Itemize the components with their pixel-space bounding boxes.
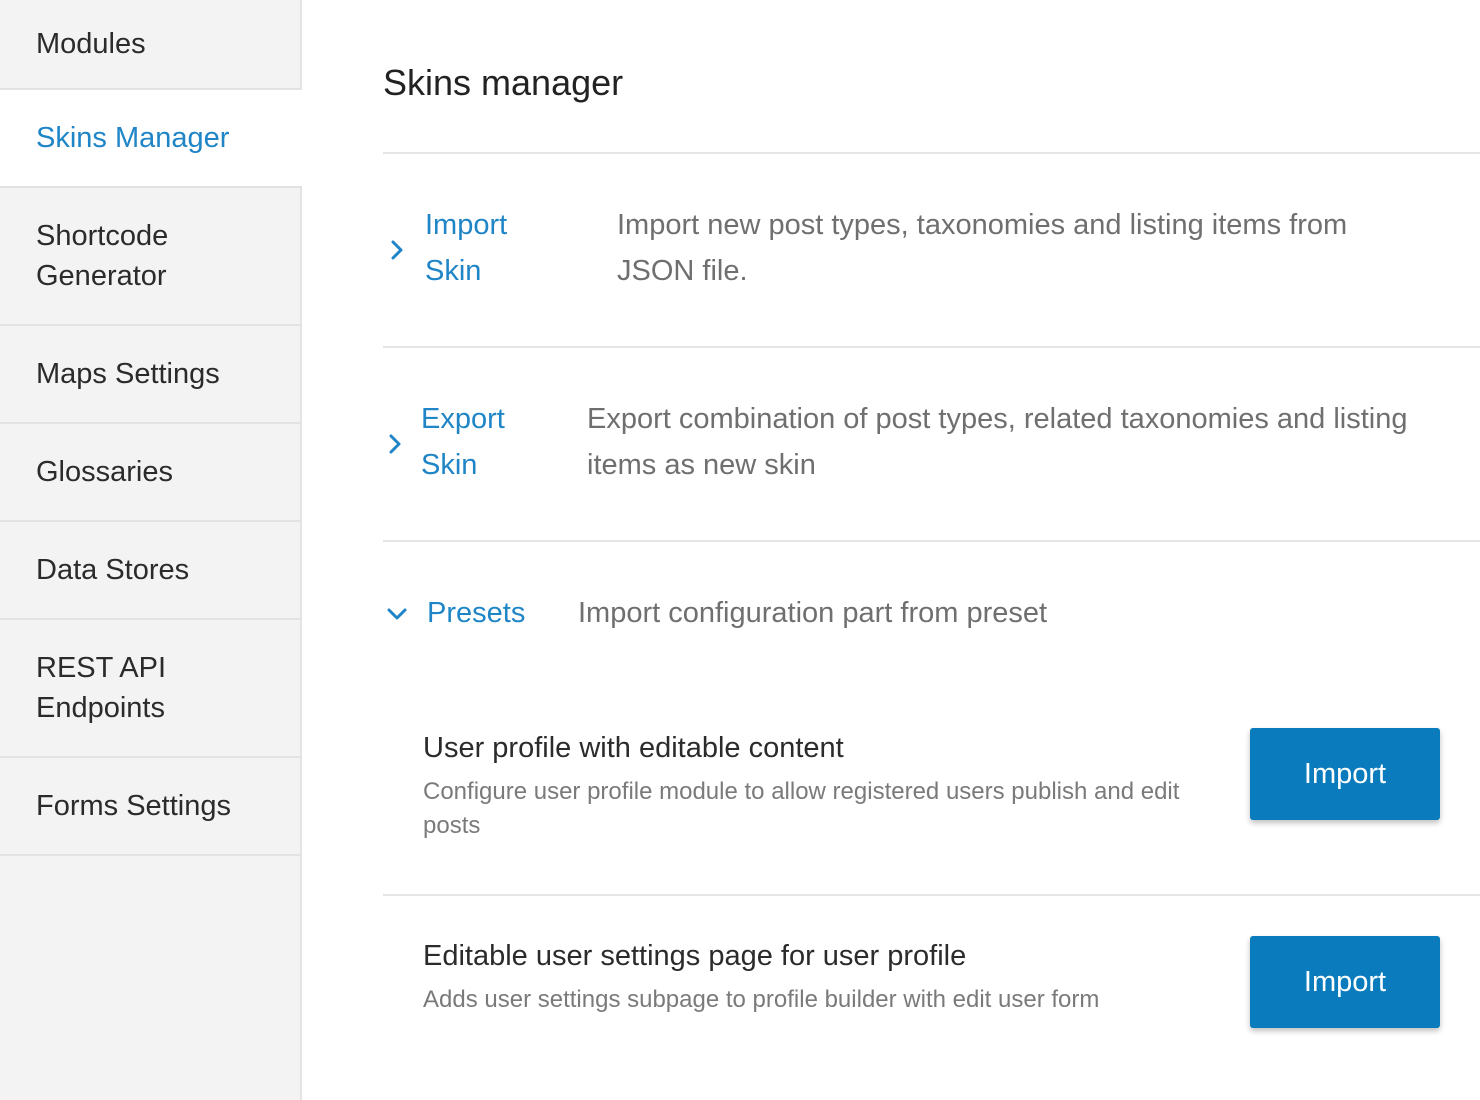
section-desc-line: Export combination of post types, relate… — [587, 403, 1408, 435]
divider — [383, 894, 1480, 896]
preset-desc: Adds user settings subpage to profile bu… — [423, 986, 1100, 1013]
section-title-presets[interactable]: Presets — [427, 590, 525, 636]
sidebar-item-forms-settings[interactable]: Forms Settings — [0, 758, 300, 856]
import-button[interactable]: Import — [1250, 728, 1440, 820]
sidebar-item-maps-settings[interactable]: Maps Settings — [0, 326, 300, 424]
sidebar-item-label: Modules — [36, 28, 146, 60]
section-title-import-skin[interactable]: Import Skin — [425, 202, 507, 294]
sidebar-item-modules[interactable]: Modules — [0, 0, 300, 90]
sidebar-item-data-stores[interactable]: Data Stores — [0, 522, 300, 620]
sidebar-item-label: Glossaries — [36, 456, 173, 488]
sidebar: Modules Skins Manager Shortcode Generato… — [0, 0, 302, 1100]
section-import-skin: Import Skin Import new post types, taxon… — [383, 154, 1480, 346]
sidebar-item-shortcode-generator[interactable]: Shortcode Generator — [0, 188, 300, 326]
import-button[interactable]: Import — [1250, 936, 1440, 1028]
sidebar-item-glossaries[interactable]: Glossaries — [0, 424, 300, 522]
section-title-export-skin[interactable]: Export Skin — [421, 396, 505, 488]
preset-item: User profile with editable content Confi… — [423, 728, 1440, 848]
preset-desc: Configure user profile module to allow r… — [423, 778, 1180, 839]
sidebar-item-label: Shortcode Generator — [36, 220, 169, 292]
sidebar-item-label: REST API Endpoints — [36, 652, 167, 724]
chevron-down-icon[interactable] — [385, 602, 409, 626]
preset-item: Editable user settings page for user pro… — [423, 936, 1440, 1036]
section-presets: Presets Import configuration part from p… — [383, 542, 1480, 1100]
section-title-line: Import — [425, 209, 508, 241]
chevron-right-icon[interactable] — [383, 432, 407, 456]
section-desc-presets: Import configuration part from preset — [578, 597, 1048, 629]
section-desc-line: JSON file. — [617, 255, 748, 287]
sidebar-item-skins-manager[interactable]: Skins Manager — [0, 90, 302, 188]
section-export-skin: Export Skin Export combination of post t… — [383, 348, 1480, 540]
chevron-right-icon[interactable] — [385, 238, 409, 262]
section-desc-import-skin: Import new post types, taxonomies and li… — [617, 202, 1347, 294]
sidebar-item-label: Skins Manager — [36, 122, 230, 154]
sidebar-item-rest-api-endpoints[interactable]: REST API Endpoints — [0, 620, 300, 758]
preset-title: User profile with editable content — [423, 732, 844, 764]
section-title-line: Skin — [421, 449, 478, 481]
preset-title: Editable user settings page for user pro… — [423, 940, 967, 972]
section-desc-line: Import new post types, taxonomies and li… — [617, 209, 1348, 241]
sidebar-item-label: Maps Settings — [36, 358, 220, 390]
sidebar-item-label: Forms Settings — [36, 790, 231, 822]
sidebar-item-label: Data Stores — [36, 554, 190, 586]
section-title-line: Skin — [425, 255, 482, 287]
main-content: Skins manager Import Skin Import new pos… — [383, 0, 1480, 1100]
page-title: Skins manager — [383, 62, 624, 103]
section-desc-line: items as new skin — [587, 449, 816, 481]
section-title-line: Export — [421, 403, 505, 435]
section-desc-export-skin: Export combination of post types, relate… — [587, 396, 1408, 488]
